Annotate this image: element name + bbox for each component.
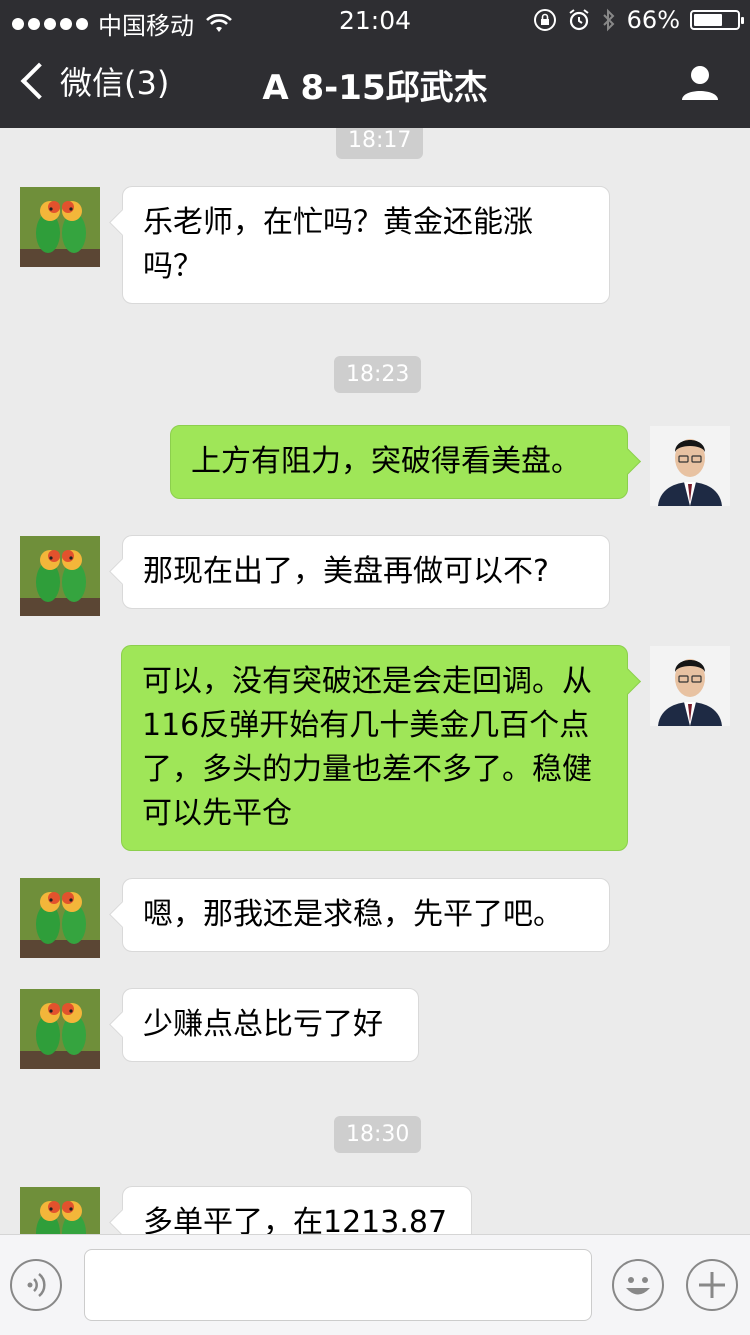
plus-icon <box>699 1272 725 1298</box>
battery-percent: 66% <box>626 6 680 34</box>
bluetooth-icon <box>602 8 615 32</box>
timestamp: 18:30 <box>334 1116 422 1153</box>
incoming-message[interactable]: 少赚点总比亏了好 <box>122 988 419 1062</box>
contact-avatar[interactable] <box>20 536 100 616</box>
timestamp: 18:23 <box>334 356 422 393</box>
voice-button[interactable] <box>10 1259 62 1311</box>
status-right: 66% <box>533 6 744 34</box>
contact-avatar[interactable] <box>20 187 100 267</box>
plus-button[interactable] <box>686 1259 738 1311</box>
chat-title: A 8-15邱武杰 <box>262 68 488 108</box>
nav-bar: 微信(3) A 8-15邱武杰 <box>0 40 750 128</box>
emoji-button[interactable] <box>612 1259 664 1311</box>
input-bar <box>0 1234 750 1335</box>
my-avatar[interactable] <box>650 646 730 726</box>
contact-avatar[interactable] <box>20 1187 100 1234</box>
my-avatar[interactable] <box>650 426 730 506</box>
outgoing-message[interactable]: 上方有阻力，突破得看美盘。 <box>170 425 628 499</box>
rotation-lock-icon <box>533 9 556 31</box>
timestamp: 18:17 <box>336 128 424 159</box>
incoming-message[interactable]: 乐老师，在忙吗？黄金还能涨吗？ <box>122 186 610 304</box>
incoming-message[interactable]: 嗯，那我还是求稳，先平了吧。 <box>122 878 610 952</box>
status-bar: 中国移动 21:04 66% <box>0 0 750 40</box>
voice-icon <box>27 1273 46 1297</box>
alarm-icon <box>569 9 589 31</box>
contact-avatar[interactable] <box>20 989 100 1069</box>
chat-area[interactable]: 18:17 乐老师，在忙吗？黄金还能涨吗？ 18:23 上方有阻力，突破得看美盘… <box>0 128 750 1234</box>
incoming-message[interactable]: 多单平了，在1213.87 <box>122 1186 472 1234</box>
contact-info-icon[interactable] <box>680 62 720 102</box>
outgoing-message[interactable]: 可以，没有突破还是会走回调。从116反弹开始有几十美金几百个点了，多头的力量也差… <box>121 645 628 851</box>
emoji-icon <box>626 1277 650 1295</box>
message-input[interactable] <box>84 1249 592 1321</box>
battery-icon <box>690 10 744 30</box>
incoming-message[interactable]: 那现在出了，美盘再做可以不? <box>122 535 610 609</box>
contact-avatar[interactable] <box>20 878 100 958</box>
